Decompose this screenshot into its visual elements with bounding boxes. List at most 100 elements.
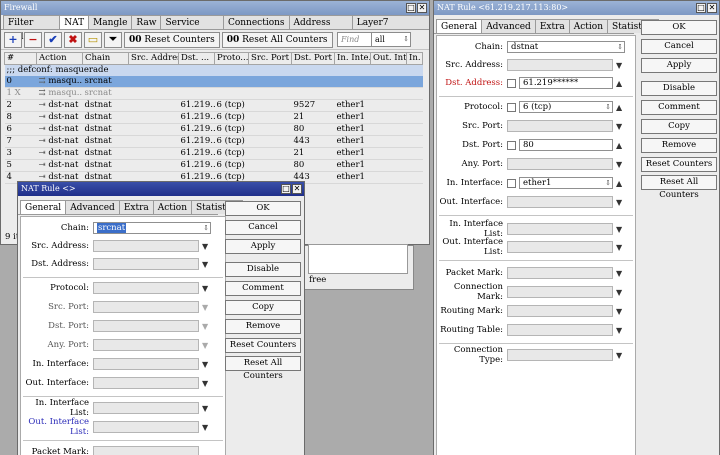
src-port-field[interactable] (507, 120, 613, 132)
table-row[interactable]: 3 ⇥ dst-natdstnat 61.219....6 (tcp) 21ethe… (4, 147, 423, 160)
remove-button[interactable]: Remove (225, 319, 301, 334)
tab-advanced[interactable]: Advanced (481, 19, 536, 33)
out-interface-list-field[interactable] (93, 421, 199, 433)
tab-general[interactable]: General (436, 19, 483, 33)
routing-mark-field[interactable] (507, 305, 613, 317)
src-address-field[interactable] (93, 240, 199, 252)
close-icon[interactable]: ✕ (417, 3, 427, 13)
chevron-down-icon[interactable]: ▼ (616, 351, 624, 360)
connection-mark-field[interactable] (507, 286, 613, 298)
dst-port-negate-checkbox[interactable] (507, 140, 516, 150)
column-number[interactable]: # (4, 52, 37, 65)
dst-address-negate-checkbox[interactable] (507, 78, 516, 88)
chevron-down-icon[interactable]: ▼ (202, 423, 210, 432)
out-interface-field[interactable] (507, 196, 613, 208)
table-row[interactable]: 7 ⇥ dst-natdstnat 61.219....6 (tcp) 443eth… (4, 135, 423, 148)
tab-extra[interactable]: Extra (534, 19, 570, 33)
chevron-down-icon[interactable]: ▼ (202, 341, 210, 350)
table-row[interactable]: 8 ⇥ dst-natdstnat 61.219....6 (tcp) 21ethe… (4, 111, 423, 124)
restore-icon[interactable]: □ (406, 3, 416, 13)
ok-button[interactable]: OK (225, 201, 301, 216)
chevron-down-icon[interactable]: ▼ (202, 379, 210, 388)
column-src-address[interactable]: Src. Address (128, 52, 179, 65)
tab-address-lists[interactable]: Address Lists (288, 15, 353, 42)
disable-button[interactable]: Disable (225, 262, 301, 277)
column-out-interface[interactable]: Out. Inte... (370, 52, 407, 65)
in-interface-select[interactable]: ether1 ⇩ (519, 177, 613, 189)
tab-filter-rules[interactable]: Filter Rules (3, 15, 61, 42)
enable-icon[interactable]: ✔ (44, 31, 62, 48)
cancel-button[interactable]: Cancel (641, 39, 717, 54)
apply-button[interactable]: Apply (641, 58, 717, 73)
tab-general[interactable]: General (20, 200, 67, 214)
chevron-down-icon[interactable]: ▼ (616, 269, 624, 278)
tab-mangle[interactable]: Mangle (88, 15, 133, 29)
add-icon[interactable]: + (4, 31, 22, 48)
dst-address-field[interactable]: 61.219****** (519, 77, 613, 89)
chevron-down-icon[interactable]: ▼ (616, 198, 624, 207)
chain-select[interactable]: dstnat ⇩ (507, 41, 625, 53)
reset-counters-button[interactable]: Reset Counters (225, 338, 301, 353)
tab-extra[interactable]: Extra (118, 200, 154, 214)
out-interface-field[interactable] (93, 377, 199, 389)
src-port-field[interactable] (93, 301, 199, 313)
chevron-up-icon[interactable]: ▲ (616, 79, 624, 88)
packet-mark-field[interactable] (507, 267, 613, 279)
chevron-up-icon[interactable]: ▲ (616, 141, 624, 150)
remove-button[interactable]: Remove (641, 138, 717, 153)
close-icon[interactable]: ✕ (707, 3, 717, 13)
comment-button[interactable]: Comment (225, 281, 301, 296)
in-interface-negate-checkbox[interactable] (507, 178, 516, 188)
restore-icon[interactable]: □ (281, 184, 291, 194)
reset-all-counters-button[interactable]: 00 Reset All Counters (221, 31, 333, 48)
tab-layer7-protocols[interactable]: Layer7 Protocols (351, 15, 429, 42)
in-interface-list-field[interactable] (507, 223, 613, 235)
filter-icon[interactable]: ⏷ (104, 31, 122, 48)
column-dst-port[interactable]: Dst. Port (291, 52, 335, 65)
table-row[interactable]: 5 ⇥ dst-natdstnat 61.219....6 (tcp) 80ethe… (4, 159, 423, 172)
tab-nat[interactable]: NAT (59, 15, 90, 29)
comment-icon[interactable]: ▭ (84, 31, 102, 48)
packet-mark-field[interactable] (93, 446, 199, 455)
apply-button[interactable]: Apply (225, 239, 301, 254)
reset-all-counters-button[interactable]: Reset All Counters (641, 175, 717, 200)
in-interface-list-field[interactable] (93, 402, 199, 414)
dst-address-field[interactable] (93, 258, 199, 270)
table-row[interactable]: 1 X ⇉ masqu... srcnat (4, 87, 423, 100)
chevron-down-icon[interactable]: ▼ (616, 122, 624, 131)
firewall-titlebar[interactable]: Firewall □ ✕ (1, 1, 429, 15)
tab-connections[interactable]: Connections (222, 15, 290, 29)
chevron-down-icon[interactable]: ▼ (202, 303, 210, 312)
disable-button[interactable]: Disable (641, 81, 717, 96)
chevron-down-icon[interactable]: ▼ (616, 160, 624, 169)
out-interface-list-field[interactable] (507, 241, 613, 253)
cancel-button[interactable]: Cancel (225, 220, 301, 235)
chevron-down-icon[interactable]: ▼ (202, 360, 210, 369)
chevron-down-icon[interactable]: ▼ (202, 322, 210, 331)
nat-rule-small-titlebar[interactable]: NAT Rule <> □ ✕ (18, 182, 304, 196)
column-in-interface[interactable]: In. Inte... (334, 52, 371, 65)
copy-button[interactable]: Copy (641, 119, 717, 134)
chevron-down-icon[interactable]: ▼ (202, 284, 210, 293)
column-dst-address[interactable]: Dst. ... (178, 52, 215, 65)
dst-port-field[interactable] (93, 320, 199, 332)
any-port-field[interactable] (507, 158, 613, 170)
tab-action[interactable]: Action (152, 200, 193, 214)
comment-row[interactable]: ;;; defconf: masquerade (4, 64, 423, 76)
protocol-select[interactable]: 6 (tcp) ⇩ (519, 101, 613, 113)
chevron-down-icon[interactable]: ▼ (616, 225, 624, 234)
tab-advanced[interactable]: Advanced (65, 200, 120, 214)
comment-button[interactable]: Comment (641, 100, 717, 115)
in-interface-field[interactable] (93, 358, 199, 370)
chevron-down-icon[interactable]: ▼ (202, 242, 210, 251)
reset-counters-button[interactable]: Reset Counters (641, 157, 717, 172)
tab-raw[interactable]: Raw (131, 15, 162, 29)
protocol-negate-checkbox[interactable] (507, 102, 516, 112)
chevron-down-icon[interactable]: ▼ (616, 243, 624, 252)
column-chain[interactable]: Chain (82, 52, 129, 65)
chevron-down-icon[interactable]: ▼ (616, 288, 624, 297)
table-row[interactable]: 2 ⇥ dst-natdstnat 61.219....6 (tcp) 9527et… (4, 99, 423, 112)
chevron-down-icon[interactable]: ▼ (616, 326, 624, 335)
chain-select[interactable]: srcnat ⇩ (93, 222, 211, 234)
copy-button[interactable]: Copy (225, 300, 301, 315)
